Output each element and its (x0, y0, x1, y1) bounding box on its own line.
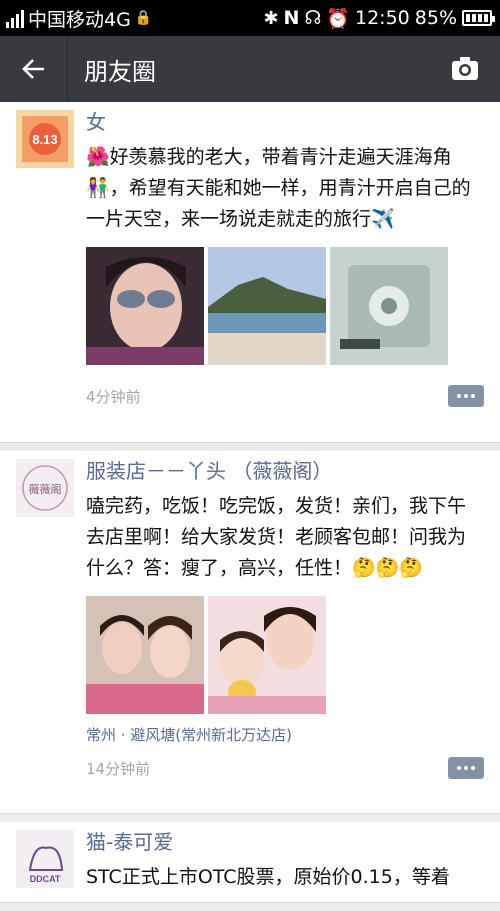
post-author[interactable]: 猫-泰可爱 (86, 828, 484, 856)
post-time: 14分钟前 (86, 759, 151, 778)
avatar[interactable]: 薇薇阁 (16, 459, 74, 517)
post-location[interactable]: 常州 · 避风塘(常州新北万达店) (86, 724, 484, 745)
battery-percent: 85% (414, 7, 457, 29)
post-time: 4分钟前 (86, 387, 141, 406)
post-text: 嗑完药，吃饭！吃完饭，发货！亲们，我下午去店里啊！给大家发货！老顾客包邮！问我为… (86, 495, 467, 579)
svg-text:薇薇阁: 薇薇阁 (29, 482, 62, 496)
post-photo[interactable] (86, 247, 204, 365)
bluetooth-icon: ✱ (263, 7, 279, 29)
comment-button[interactable] (448, 385, 484, 407)
post-author[interactable]: 女 (86, 108, 484, 136)
comment-button[interactable] (448, 757, 484, 779)
back-button[interactable] (0, 36, 68, 102)
moments-feed[interactable]: 8.13 女 🌺好羡慕我的老大，带着青汁走遍天涯海角👫，希望有天能和她一样，用青… (0, 102, 500, 911)
post-photo[interactable] (208, 247, 326, 365)
photo-grid (86, 596, 484, 714)
clock-label: 12:50 (355, 7, 410, 29)
nav-bar: 朋友圈 (0, 36, 500, 102)
post-photo[interactable] (86, 596, 204, 714)
post-item: DDCAT 猫-泰可爱 STC正式上市OTC股票，原始价0.15，等着 (0, 822, 500, 903)
svg-text:8.13: 8.13 (32, 132, 57, 147)
avatar[interactable]: 8.13 (16, 110, 74, 168)
svg-text:DDCAT: DDCAT (30, 874, 61, 884)
photo-grid (86, 247, 484, 365)
headphones-icon: ☊ (304, 7, 322, 29)
signal-icon (6, 8, 24, 28)
lock-icon: 🔒 (134, 10, 153, 26)
back-arrow-icon (21, 59, 44, 79)
post-author[interactable]: 服装店－－丫头 （薇薇阁） (86, 457, 484, 485)
camera-icon (452, 57, 478, 80)
carrier-label: 中国移动4G (28, 8, 131, 31)
battery-icon (462, 10, 495, 26)
post-text: STC正式上市OTC股票，原始价0.15，等着 (86, 866, 450, 888)
post-text: 🌺好羡慕我的老大，带着青汁走遍天涯海角👫，希望有天能和她一样，用青汁开启自己的一… (86, 146, 471, 230)
post-photo[interactable] (330, 247, 448, 365)
alarm-icon: ⏰ (326, 7, 350, 30)
status-bar: 中国移动4G 🔒 ✱ N ☊ ⏰ 12:50 85% (0, 0, 500, 36)
avatar[interactable]: DDCAT (16, 830, 74, 888)
post-item: 8.13 女 🌺好羡慕我的老大，带着青汁走遍天涯海角👫，希望有天能和她一样，用青… (0, 102, 500, 443)
page-title: 朋友圈 (84, 57, 156, 86)
camera-button[interactable] (430, 36, 500, 102)
nfc-icon: N (283, 7, 300, 29)
post-item: 薇薇阁 服装店－－丫头 （薇薇阁） 嗑完药，吃饭！吃完饭，发货！亲们，我下午去店… (0, 451, 500, 814)
post-photo[interactable] (208, 596, 326, 714)
